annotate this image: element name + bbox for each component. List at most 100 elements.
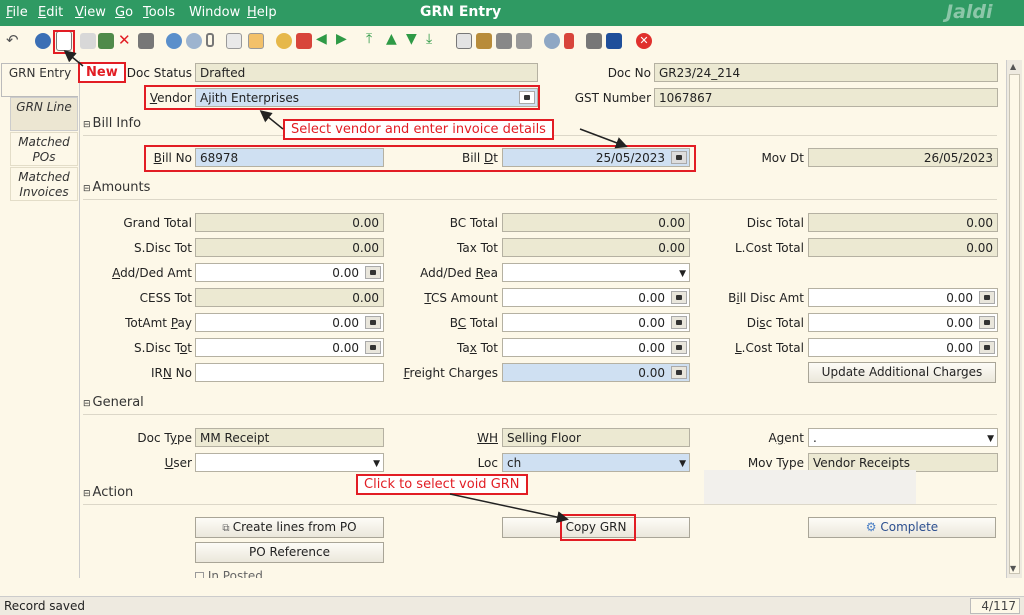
save-icon[interactable] xyxy=(98,33,114,49)
gst-number-field: 1067867 xyxy=(654,88,998,107)
process-icon[interactable] xyxy=(586,33,602,49)
general-section[interactable]: ⊟ General xyxy=(83,395,997,415)
bill-disc-amt-field[interactable]: 0.00 xyxy=(808,288,998,307)
calculator-icon[interactable] xyxy=(671,366,687,379)
calculator-icon[interactable] xyxy=(365,266,381,279)
update-additional-charges-button[interactable]: Update Additional Charges xyxy=(808,362,996,383)
menu-help[interactable]: Help xyxy=(247,5,277,20)
vertical-scrollbar[interactable]: ▲ ▼ xyxy=(1006,60,1022,578)
status-bar: Record saved 4/117 xyxy=(0,596,1024,615)
lcost-total-label: L.Cost Total xyxy=(734,241,804,255)
lcost-total-2-label: L.Cost Total xyxy=(734,341,804,355)
mov-date-field: 26/05/2023 xyxy=(808,148,998,167)
disc-total-2-field[interactable]: 0.00 xyxy=(808,313,998,332)
bc-total-field: 0.00 xyxy=(502,213,690,232)
calculator-icon[interactable] xyxy=(671,291,687,304)
find-icon[interactable] xyxy=(186,33,202,49)
calculator-icon[interactable] xyxy=(671,341,687,354)
wh-label: WH xyxy=(477,431,498,445)
home-icon[interactable] xyxy=(296,33,312,49)
agent-label: Agent xyxy=(768,431,804,445)
clock-icon[interactable] xyxy=(276,33,292,49)
menu-tools[interactable]: Tools xyxy=(143,5,175,20)
print-preview-icon[interactable] xyxy=(496,33,512,49)
archive-icon[interactable] xyxy=(476,33,492,49)
save-disk-icon[interactable] xyxy=(138,33,154,49)
calculator-icon[interactable] xyxy=(979,341,995,354)
attachment-icon[interactable] xyxy=(206,33,214,47)
previous-record-icon[interactable]: ▲ xyxy=(386,31,402,47)
first-record-icon[interactable]: ⤒ xyxy=(366,31,382,47)
tab-grn-line[interactable]: GRN Line xyxy=(10,97,78,131)
agent-select[interactable]: . ▼ xyxy=(808,428,998,447)
menu-window[interactable]: Window xyxy=(189,5,240,20)
product-info-icon[interactable] xyxy=(606,33,622,49)
complete-button[interactable]: ⚙ Complete xyxy=(808,517,996,538)
irn-no-label: IRN No xyxy=(150,366,192,380)
window-title: GRN Entry xyxy=(420,4,502,20)
location-select[interactable]: ch ▼ xyxy=(502,453,690,472)
tcs-amount-field[interactable]: 0.00 xyxy=(502,288,690,307)
create-lines-from-po-button[interactable]: ⧉ Create lines from PO xyxy=(195,517,384,538)
report-icon[interactable] xyxy=(456,33,472,49)
calculator-icon[interactable] xyxy=(979,316,995,329)
add-ded-rea-label: Add/Ded Rea xyxy=(420,266,498,280)
arrow-left-icon[interactable]: ◀ xyxy=(316,31,332,47)
chat-icon[interactable] xyxy=(226,33,242,49)
tab-matched-invoices[interactable]: Matched Invoices xyxy=(10,167,78,201)
menu-edit[interactable]: Edit xyxy=(38,5,63,20)
add-ded-amt-field[interactable]: 0.00 xyxy=(195,263,384,282)
refresh-icon[interactable] xyxy=(166,33,182,49)
lcost-total-field: 0.00 xyxy=(808,238,998,257)
copy-record-icon[interactable] xyxy=(80,33,96,49)
last-record-icon[interactable]: ⤓ xyxy=(426,31,442,47)
user-select[interactable]: ▼ xyxy=(195,453,384,472)
delete-icon[interactable]: ✕ xyxy=(118,31,134,49)
undo-icon[interactable]: ↶ xyxy=(6,31,22,49)
help-icon[interactable] xyxy=(35,33,51,49)
history-icon[interactable] xyxy=(248,33,264,49)
calculator-icon[interactable] xyxy=(365,316,381,329)
cess-tot-field: 0.00 xyxy=(195,288,384,307)
menu-file[interactable]: File xyxy=(6,5,28,20)
scroll-down-icon[interactable]: ▼ xyxy=(1010,564,1016,573)
sdisc-tot-2-field[interactable]: 0.00 xyxy=(195,338,384,357)
menu-bar: File Edit View Go Tools Window Help GRN … xyxy=(0,0,1024,26)
scroll-up-icon[interactable]: ▲ xyxy=(1010,62,1016,71)
amounts-section[interactable]: ⊟ Amounts xyxy=(83,180,997,200)
add-ded-reason-select[interactable]: ▼ xyxy=(502,263,690,282)
scrollbar-thumb[interactable] xyxy=(1009,74,1020,574)
add-ded-amt-label: Add/Ded Amt xyxy=(112,266,192,280)
menu-view[interactable]: View xyxy=(75,5,106,20)
bc-total-label: BC Total xyxy=(449,216,498,230)
workflow-icon[interactable] xyxy=(564,33,574,49)
lcost-total-2-field[interactable]: 0.00 xyxy=(808,338,998,357)
doc-type-label: Doc Type xyxy=(137,431,192,445)
in-posted-checkbox[interactable]: In Posted xyxy=(195,569,384,578)
po-reference-button[interactable]: PO Reference xyxy=(195,542,384,563)
tab-matched-pos[interactable]: Matched POs xyxy=(10,132,78,166)
mov-dt-label: Mov Dt xyxy=(761,151,804,165)
freight-charges-field[interactable]: 0.00 xyxy=(502,363,690,382)
mov-type-label: Mov Type xyxy=(747,456,804,470)
chevron-down-icon: ▼ xyxy=(679,269,686,279)
calculator-icon[interactable] xyxy=(671,316,687,329)
calculator-icon[interactable] xyxy=(365,341,381,354)
close-icon[interactable]: ✕ xyxy=(636,33,652,49)
totamt-pay-label: TotAmt Pay xyxy=(125,316,192,330)
bc-total-2-field[interactable]: 0.00 xyxy=(502,313,690,332)
irn-no-field[interactable] xyxy=(195,363,384,382)
totamt-pay-field[interactable]: 0.00 xyxy=(195,313,384,332)
calculator-icon[interactable] xyxy=(979,291,995,304)
new-button-highlight xyxy=(53,30,75,54)
tab-grn-entry[interactable]: GRN Entry xyxy=(1,63,78,97)
record-counter: 4/117 xyxy=(970,598,1020,614)
menu-go[interactable]: Go xyxy=(115,5,133,20)
action-section[interactable]: ⊟ Action xyxy=(83,485,997,505)
doc-no-label: Doc No xyxy=(607,66,651,80)
next-record-icon[interactable]: ▼ xyxy=(406,31,422,47)
tax-tot-2-field[interactable]: 0.00 xyxy=(502,338,690,357)
zoom-icon[interactable] xyxy=(544,33,560,49)
arrow-right-icon[interactable]: ▶ xyxy=(336,31,352,47)
print-icon[interactable] xyxy=(516,33,532,49)
